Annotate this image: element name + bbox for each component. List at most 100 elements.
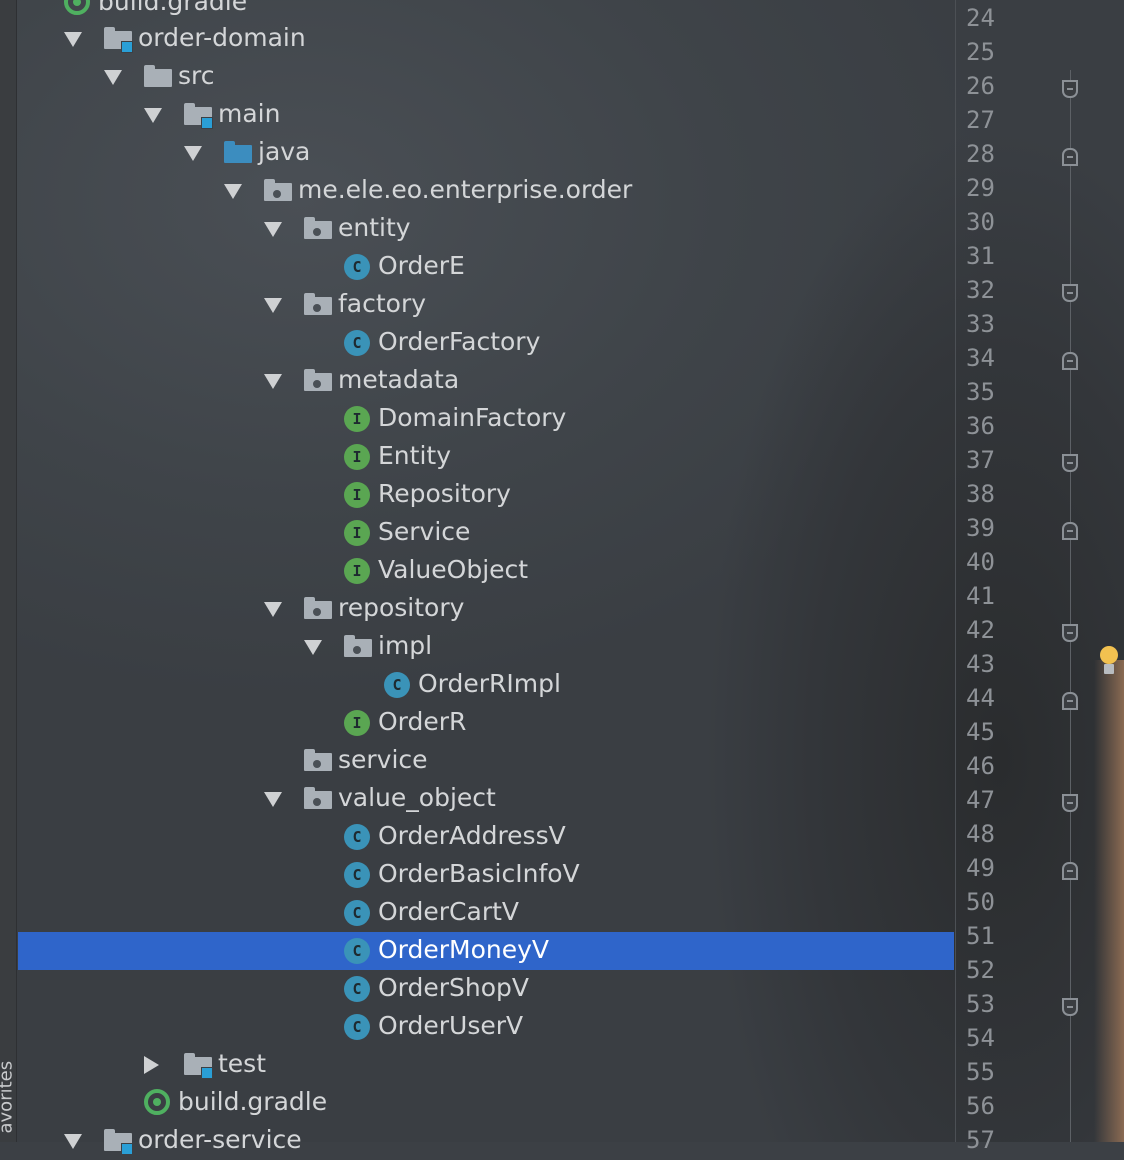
line-number[interactable]: 31 [966,242,1026,270]
favorites-tool-strip[interactable]: avorites [0,0,17,1142]
tree-row[interactable]: I ValueObject [18,552,954,590]
tree-row[interactable]: I Repository [18,476,954,514]
line-number[interactable]: 48 [966,820,1026,848]
tree-row[interactable]: java [18,134,954,172]
line-number[interactable]: 29 [966,174,1026,202]
tree-row[interactable]: me.ele.eo.enterprise.order [18,172,954,210]
line-number[interactable]: 24 [966,4,1026,32]
line-number[interactable]: 41 [966,582,1026,610]
line-number[interactable]: 38 [966,480,1026,508]
fold-end-icon[interactable] [1062,692,1078,710]
tree-row[interactable]: C OrderUserV [18,1008,954,1046]
line-number[interactable]: 37 [966,446,1026,474]
tree-row[interactable]: test [18,1046,954,1084]
line-number[interactable]: 28 [966,140,1026,168]
tree-row[interactable]: I Entity [18,438,954,476]
fold-start-icon[interactable] [1062,624,1078,642]
tree-row[interactable]: C OrderBasicInfoV [18,856,954,894]
tree-row[interactable]: order-service [18,1122,954,1160]
tree-row[interactable]: src [18,58,954,96]
interface-icon: I [344,444,370,470]
interface-icon: I [344,406,370,432]
line-number[interactable]: 50 [966,888,1026,916]
tree-row[interactable]: C OrderE [18,248,954,286]
line-number[interactable]: 51 [966,922,1026,950]
line-number[interactable]: 49 [966,854,1026,882]
tree-row[interactable]: C OrderFactory [18,324,954,362]
line-number[interactable]: 39 [966,514,1026,542]
expand-arrow-down-icon[interactable] [264,298,282,313]
expand-arrow-down-icon[interactable] [264,602,282,617]
fold-end-icon[interactable] [1062,148,1078,166]
tree-row[interactable]: service [18,742,954,780]
line-number[interactable]: 42 [966,616,1026,644]
tree-row[interactable]: value_object [18,780,954,818]
tree-row[interactable]: order-domain [18,20,954,58]
fold-start-icon[interactable] [1062,80,1078,98]
expand-arrow-down-icon[interactable] [264,792,282,807]
expand-arrow-down-icon[interactable] [304,640,322,655]
expand-arrow-down-icon[interactable] [264,374,282,389]
line-number[interactable]: 26 [966,72,1026,100]
tree-row[interactable]: C OrderShopV [18,970,954,1008]
line-number[interactable]: 52 [966,956,1026,984]
line-number[interactable]: 40 [966,548,1026,576]
collapse-arrow-right-icon[interactable] [144,1056,159,1074]
fold-start-icon[interactable] [1062,454,1078,472]
fold-start-icon[interactable] [1062,794,1078,812]
expand-arrow-down-icon[interactable] [64,32,82,47]
class-icon: C [344,824,370,850]
line-number[interactable]: 54 [966,1024,1026,1052]
tree-row[interactable]: C OrderCartV [18,894,954,932]
line-number[interactable]: 53 [966,990,1026,1018]
line-number[interactable]: 33 [966,310,1026,338]
line-number[interactable]: 47 [966,786,1026,814]
fold-end-icon[interactable] [1062,522,1078,540]
interface-icon: I [344,482,370,508]
expand-arrow-down-icon[interactable] [104,70,122,85]
favorites-tab-label[interactable]: avorites [0,1061,17,1134]
line-number[interactable]: 27 [966,106,1026,134]
package-folder-icon [304,597,332,621]
expand-arrow-down-icon[interactable] [264,222,282,237]
fold-end-icon[interactable] [1062,352,1078,370]
tree-row[interactable]: repository [18,590,954,628]
tree-row[interactable]: build.gradle [18,0,954,22]
tree-row[interactable]: I Service [18,514,954,552]
tree-row[interactable]: factory [18,286,954,324]
tree-row[interactable]: I OrderR [18,704,954,742]
expand-arrow-down-icon[interactable] [224,184,242,199]
line-number[interactable]: 35 [966,378,1026,406]
tree-row[interactable]: metadata [18,362,954,400]
tree-row[interactable]: C OrderRImpl [18,666,954,704]
line-number[interactable]: 43 [966,650,1026,678]
line-number[interactable]: 56 [966,1092,1026,1120]
line-number[interactable]: 45 [966,718,1026,746]
line-number[interactable]: 30 [966,208,1026,236]
tree-item-label: OrderRImpl [418,669,561,698]
line-number[interactable]: 36 [966,412,1026,440]
line-number[interactable]: 25 [966,38,1026,66]
tree-item-label: OrderShopV [378,973,530,1002]
line-number[interactable]: 32 [966,276,1026,304]
intention-bulb-icon[interactable] [1098,646,1120,676]
tree-row[interactable]: entity [18,210,954,248]
line-number[interactable]: 34 [966,344,1026,372]
fold-start-icon[interactable] [1062,998,1078,1016]
tree-row[interactable]: C OrderAddressV [18,818,954,856]
fold-end-icon[interactable] [1062,862,1078,880]
tree-row[interactable]: I DomainFactory [18,400,954,438]
project-tree[interactable]: build.gradle order-domain src main java me.el… [18,0,954,1155]
tree-row-selected[interactable]: C OrderMoneyV [18,932,954,970]
fold-start-icon[interactable] [1062,284,1078,302]
line-number[interactable]: 44 [966,684,1026,712]
line-number[interactable]: 55 [966,1058,1026,1086]
line-number[interactable]: 46 [966,752,1026,780]
tree-row[interactable]: main [18,96,954,134]
line-number[interactable]: 57 [966,1126,1026,1154]
editor-gutter[interactable]: 24 25 26 27 28 29 30 31 32 33 34 35 36 37 38 39 40 41 42 43… [955,0,1124,1154]
tree-row[interactable]: impl [18,628,954,666]
tree-row[interactable]: build.gradle [18,1084,954,1122]
expand-arrow-down-icon[interactable] [184,146,202,161]
expand-arrow-down-icon[interactable] [144,108,162,123]
